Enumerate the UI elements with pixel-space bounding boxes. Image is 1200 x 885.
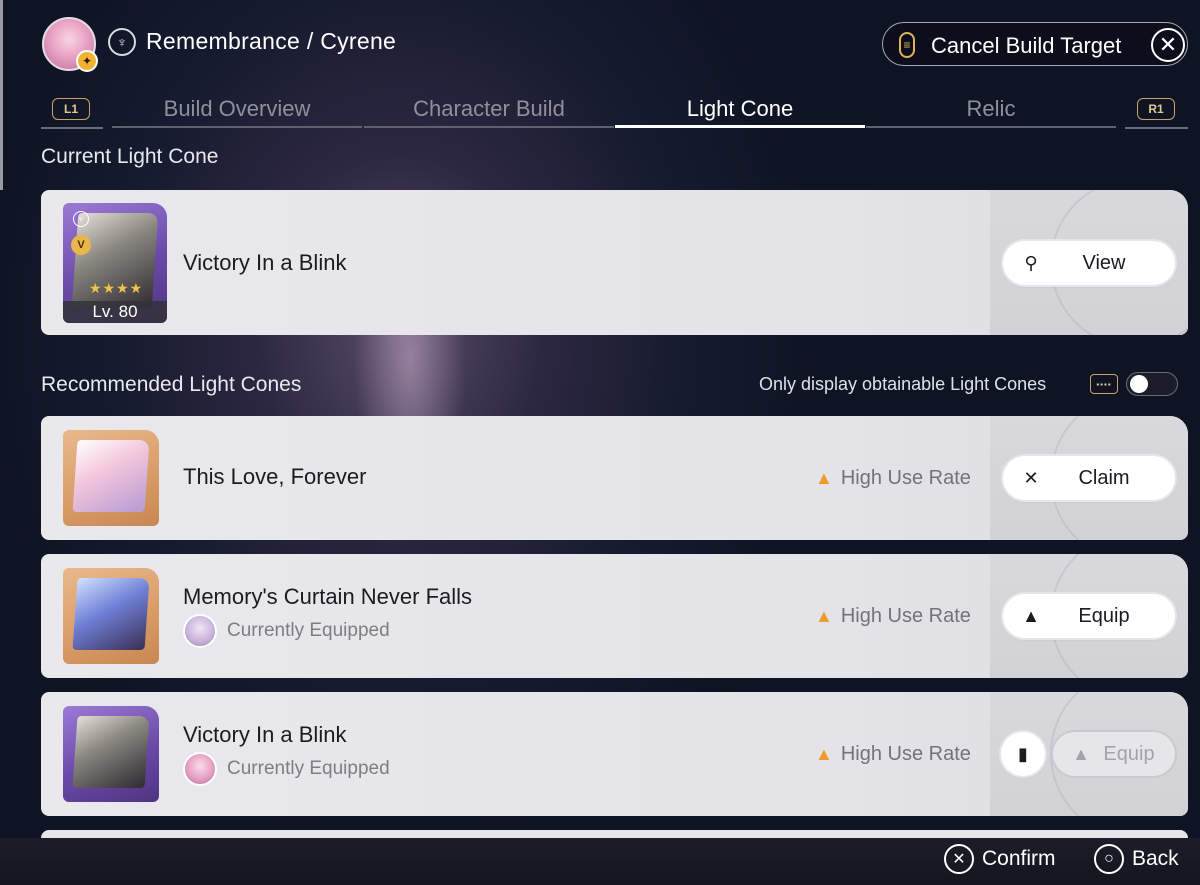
- view-button[interactable]: ⚲ View: [1003, 241, 1175, 285]
- tab-divider: [41, 127, 103, 129]
- tab-underline: [866, 126, 1116, 128]
- l1-bumper-icon[interactable]: L1: [52, 98, 90, 120]
- light-cone-list-item[interactable]: This Love, Forever ▲ High Use Rate ✕ Cla…: [41, 416, 1188, 540]
- light-cone-thumbnail: ♆ V ★★★★ Lv. 80: [63, 203, 167, 323]
- currently-equipped-text: Currently Equipped: [227, 620, 390, 641]
- obtainable-filter-label: Only display obtainable Light Cones: [759, 374, 1047, 394]
- search-icon: ⚲: [1024, 252, 1038, 273]
- cancel-build-target-label: Cancel Build Target: [931, 33, 1122, 58]
- cross-button-icon: ✕: [944, 844, 974, 874]
- light-cone-name: Victory In a Blink: [183, 250, 347, 275]
- equip-button-disabled[interactable]: ▲ Equip: [1053, 732, 1175, 776]
- recommended-light-cones-title: Recommended Light Cones: [41, 373, 302, 396]
- tab-underline-active: [615, 125, 865, 128]
- light-cone-name: This Love, Forever: [183, 464, 367, 489]
- equip-icon: ▲: [1072, 743, 1090, 764]
- equipped-character-avatar: [183, 614, 217, 648]
- header: ✦ ♆ Remembrance / Cyrene ≡ Cancel Build …: [0, 0, 1200, 90]
- superimposition-badge: V: [71, 235, 91, 255]
- currently-equipped-label: Currently Equipped: [183, 614, 390, 648]
- currently-equipped-text: Currently Equipped: [227, 758, 390, 779]
- menu-button-icon: ≡: [899, 32, 915, 58]
- tab-underline: [364, 126, 614, 128]
- use-rate-text: High Use Rate: [840, 467, 971, 489]
- light-cone-thumbnail: [63, 430, 159, 526]
- light-cone-art: [72, 440, 150, 512]
- tab-character-build[interactable]: Character Build: [364, 96, 614, 122]
- light-cone-thumbnail: [63, 706, 159, 802]
- current-light-cone-title: Current Light Cone: [41, 145, 219, 168]
- tab-underline: [112, 126, 362, 128]
- currently-equipped-label: Currently Equipped: [183, 752, 390, 786]
- obtainable-filter-toggle[interactable]: [1126, 372, 1178, 396]
- light-cone-name: Memory's Curtain Never Falls: [183, 584, 473, 609]
- use-rate-text: High Use Rate: [840, 605, 971, 627]
- equip-button-label: Equip: [1078, 604, 1130, 627]
- page-title: Remembrance / Cyrene: [146, 28, 397, 54]
- light-cone-list-item[interactable]: Memory's Curtain Never Falls Currently E…: [41, 554, 1188, 678]
- use-rate-label: ▲ High Use Rate: [815, 743, 971, 766]
- tab-divider: [1125, 127, 1188, 129]
- thumbs-up-icon: ▲: [815, 744, 833, 764]
- light-cone-level: Lv. 80: [63, 301, 167, 323]
- tab-bar: L1 Build Overview Character Build Light …: [0, 90, 1200, 132]
- view-button-label: View: [1082, 251, 1126, 274]
- current-light-cone-card: ♆ V ★★★★ Lv. 80 Victory In a Blink ⚲ Vie…: [41, 190, 1188, 335]
- thumbs-up-icon: ▲: [815, 606, 833, 626]
- bottom-bar: ✕ Confirm ○ Back: [0, 838, 1200, 885]
- toggle-knob: [1130, 375, 1148, 393]
- r1-bumper-icon[interactable]: R1: [1137, 98, 1175, 120]
- tab-build-overview[interactable]: Build Overview: [112, 96, 362, 122]
- remembrance-path-icon: ♆: [108, 28, 136, 56]
- light-cone-art: [72, 578, 150, 650]
- light-cone-art: [72, 716, 150, 788]
- use-rate-label: ▲ High Use Rate: [815, 467, 971, 490]
- pin-icon: ✦: [76, 50, 98, 72]
- back-label: Back: [1132, 847, 1179, 870]
- shopping-bag-icon: ▮: [1018, 743, 1028, 764]
- keyboard-icon: ▪▪▪▪: [1090, 374, 1118, 394]
- cancel-build-target-button[interactable]: ≡ Cancel Build Target ✕: [882, 22, 1188, 66]
- claim-button-label: Claim: [1078, 466, 1130, 489]
- claim-button[interactable]: ✕ Claim: [1003, 456, 1175, 500]
- equip-button[interactable]: ▲ Equip: [1003, 594, 1175, 638]
- claim-icon: ✕: [1023, 467, 1039, 488]
- use-rate-text: High Use Rate: [840, 743, 971, 765]
- equip-icon: ▲: [1022, 605, 1040, 626]
- light-cone-list-item[interactable]: Victory In a Blink Currently Equipped ▲ …: [41, 692, 1188, 816]
- remembrance-path-icon: ♆: [73, 211, 89, 227]
- thumbs-up-icon: ▲: [815, 468, 833, 488]
- shop-bag-button[interactable]: ▮: [1001, 732, 1045, 776]
- confirm-button[interactable]: ✕ Confirm: [944, 844, 1056, 874]
- light-cone-thumbnail: [63, 568, 159, 664]
- circle-button-icon: ○: [1094, 844, 1124, 874]
- equip-button-label: Equip: [1103, 742, 1155, 765]
- back-button[interactable]: ○ Back: [1094, 844, 1179, 874]
- rarity-stars: ★★★★: [89, 280, 144, 296]
- close-icon[interactable]: ✕: [1151, 28, 1185, 62]
- tab-light-cone[interactable]: Light Cone: [615, 96, 865, 122]
- confirm-label: Confirm: [982, 847, 1056, 870]
- equipped-character-avatar: [183, 752, 217, 786]
- use-rate-label: ▲ High Use Rate: [815, 605, 971, 628]
- tab-relic[interactable]: Relic: [866, 96, 1116, 122]
- light-cone-name: Victory In a Blink: [183, 722, 347, 747]
